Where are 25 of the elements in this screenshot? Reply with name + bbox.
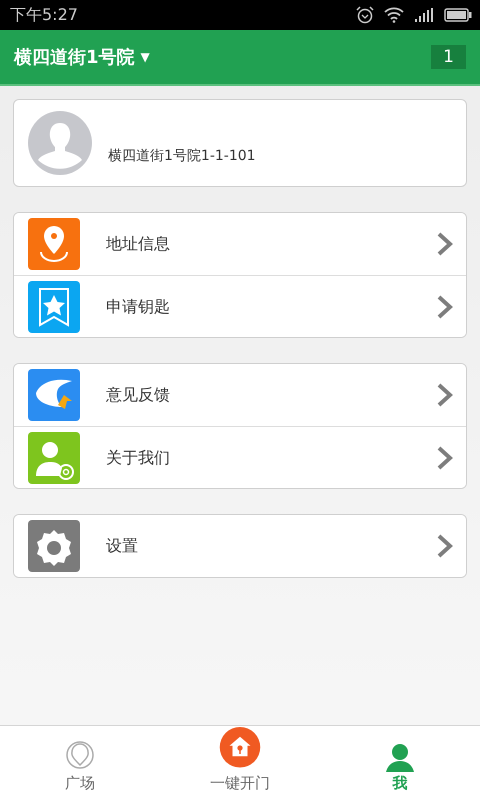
person-icon bbox=[384, 742, 416, 772]
profile-card[interactable]: 横四道街1号院1-1-101 bbox=[13, 99, 467, 187]
battery-icon bbox=[444, 8, 472, 22]
address-text: 横四道街1号院1-1-101 bbox=[108, 146, 256, 166]
menu-item[interactable]: 关于我们 bbox=[14, 426, 466, 488]
nav-tab[interactable]: 一键开门 bbox=[160, 726, 320, 800]
location-pin-icon bbox=[28, 218, 80, 270]
chevron-right-icon bbox=[436, 533, 454, 559]
signal-icon bbox=[414, 8, 434, 22]
menu-item[interactable]: 申请钥匙 bbox=[14, 275, 466, 337]
avatar-icon bbox=[26, 111, 94, 175]
chevron-right-icon bbox=[436, 444, 454, 470]
wifi-icon bbox=[384, 7, 404, 23]
settings-icon bbox=[28, 520, 80, 572]
contact-person-icon bbox=[28, 432, 80, 484]
chevron-right-icon bbox=[436, 382, 454, 408]
chevron-right-icon bbox=[436, 294, 454, 320]
star-bookmark-icon bbox=[28, 280, 80, 332]
alarm-icon bbox=[356, 6, 374, 24]
nav-tab[interactable]: 广场 bbox=[0, 726, 160, 800]
location-outline-icon bbox=[64, 740, 96, 772]
menu-item[interactable]: 设置 bbox=[14, 515, 466, 577]
status-time: 下午5:27 bbox=[10, 4, 78, 26]
count-badge[interactable]: 1 bbox=[431, 45, 466, 69]
chevron-right-icon bbox=[436, 231, 454, 257]
